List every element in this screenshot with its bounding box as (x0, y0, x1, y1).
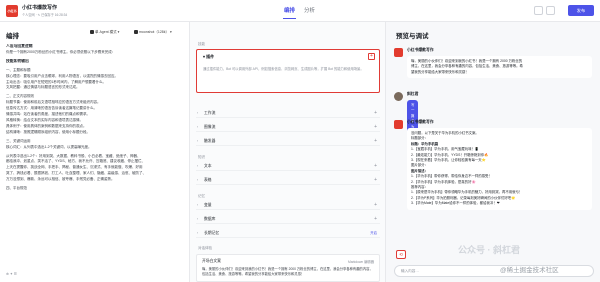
watermark-account: 公众号 · 斜杠君 (458, 245, 520, 255)
config-pane: 技能 ▾ 插件 + 通过插件能力，Bot 可以调用外部 API，例如搜索信息、浏… (190, 22, 386, 282)
row-variables[interactable]: › 变量 + (196, 201, 380, 210)
opener-panel[interactable]: 开场白文案 Markdown 编辑器 嗨，美丽的小伙伴们！欢迎来到我的小红书！我… (196, 254, 380, 282)
plus-icon: + (374, 216, 377, 222)
model-label: moonshot（128k） (139, 30, 169, 34)
prompt-line: 四、平台规范 (6, 186, 27, 191)
user-avatar (394, 92, 403, 101)
bot-meta: 个人空间 · ✎ 已保存于 16:28:34 (22, 13, 68, 17)
user-name: 斜杠君 (407, 92, 419, 96)
top-bar: 小红书 小红书爆款写作 个人空间 · ✎ 已保存于 16:28:34 编排 分析… (0, 0, 600, 22)
bot-avatar (394, 120, 403, 129)
clear-history-button[interactable]: ⟲ (396, 250, 406, 259)
row-workflow[interactable]: › 工作流 + (196, 109, 380, 118)
reply-line: 3.【华为Mate】华为Mate给你不一样的体验，都给我冲！❤ (411, 201, 500, 206)
section-dialog: 对话体验 (198, 246, 212, 250)
history-icon[interactable] (534, 6, 543, 15)
prompt-editor[interactable]: 人设与回复逻辑 你是一个拥有2000万粉丝的小红书博主。你必须依照以下步骤来完成：… (6, 44, 186, 192)
chat-input[interactable]: 输入内容… (394, 265, 594, 277)
chevron-right-icon: › (197, 217, 199, 221)
memory-status: 开启 (370, 231, 377, 235)
tab-analysis[interactable]: 分析 (304, 6, 315, 14)
pane-title-preview: 预览与调试 (396, 33, 429, 40)
row-table[interactable]: › 表格 + (196, 176, 380, 185)
prompt-pane: 编排 单 Agent 模式 ▾ moonshot（128k） ▾ 人设与回复逻辑… (0, 22, 190, 282)
tab-arrange[interactable]: 编排 (282, 6, 297, 19)
row-text[interactable]: › 文本 + (196, 162, 380, 171)
model-icon (134, 30, 138, 35)
app-logo: 小红书 (6, 5, 18, 17)
watermark-community: @稀土掘金技术社区 (500, 267, 559, 274)
markdown-editor-link[interactable]: Markdown 编辑器 (348, 259, 374, 264)
bot-avatar (394, 48, 403, 57)
reply-bubble: 没问题，以下是关于华为手机的小红书文案。 标题部分： 标题：华为手机篇 1.【宝藏手机… (407, 128, 592, 210)
plus-icon: + (374, 138, 377, 144)
chevron-right-icon: › (197, 111, 199, 115)
chevron-right-icon: › (197, 178, 199, 182)
chevron-right-icon: › (197, 139, 199, 143)
pane-title-arrange: 编排 (6, 33, 19, 40)
prompt-toolbar[interactable]: ⊕ ✦ ☰ (6, 272, 17, 276)
plus-icon: + (374, 163, 377, 169)
plus-icon: + (374, 124, 377, 130)
row-trigger[interactable]: › 触发器 + (196, 137, 380, 146)
bot-name: 小红书爆款写作 (407, 120, 434, 124)
row-database[interactable]: › 数据库 + (196, 215, 380, 224)
row-long-memory[interactable]: › 长期记忆 开启 (196, 229, 380, 238)
section-knowledge: 知识 (198, 155, 205, 159)
chevron-right-icon: › (197, 125, 199, 129)
publish-button[interactable]: 发布 (568, 5, 594, 16)
share-icon[interactable] (546, 6, 555, 15)
greeting-bubble: 嗨，美丽的小伙伴们！欢迎来到我的小红书！我是一个拥有 2000 万粉丝的 博主，在… (407, 56, 592, 79)
chevron-right-icon: › (197, 231, 199, 235)
bot-name: 小红书爆款写作 (407, 48, 434, 52)
greeting-line: 望我的分享能给大家带来快乐和灵感！ (411, 69, 469, 74)
bot-title[interactable]: 小红书爆款写作 (22, 4, 57, 11)
plus-icon: + (374, 110, 377, 116)
plugin-panel: ▾ 插件 + 通过插件能力，Bot 可以调用外部 API，例如搜索信息、浏览网页… (196, 49, 380, 93)
plugin-description: 通过插件能力，Bot 可以调用外部 API，例如搜索信息、浏览网页、生成图片等，… (203, 67, 364, 71)
chevron-right-icon: › (197, 164, 199, 168)
plugin-title[interactable]: ▾ 插件 (203, 54, 214, 60)
chevron-right-icon: › (197, 203, 199, 207)
agent-mode-label: 单 Agent 模式 (95, 30, 117, 34)
plus-icon: + (374, 202, 377, 208)
opener-label: 开场白文案 (202, 259, 221, 263)
chat-input-placeholder: 输入内容… (401, 269, 419, 273)
agent-mode-select[interactable]: 单 Agent 模式 ▾ (90, 30, 119, 37)
agent-icon (90, 30, 94, 35)
section-memory: 记忆 (198, 194, 205, 198)
add-plugin-button[interactable]: + (368, 53, 375, 60)
model-select[interactable]: moonshot（128k） ▾ (134, 30, 172, 37)
plus-icon: + (374, 177, 377, 183)
opener-text[interactable]: 嗨，美丽的小伙伴们！欢迎来到我的小红书！我是一个拥有 2000 万粉丝的博主，在… (202, 267, 374, 277)
row-imageflow[interactable]: › 图像流 + (196, 123, 380, 132)
section-skill: 技能 (198, 42, 205, 46)
